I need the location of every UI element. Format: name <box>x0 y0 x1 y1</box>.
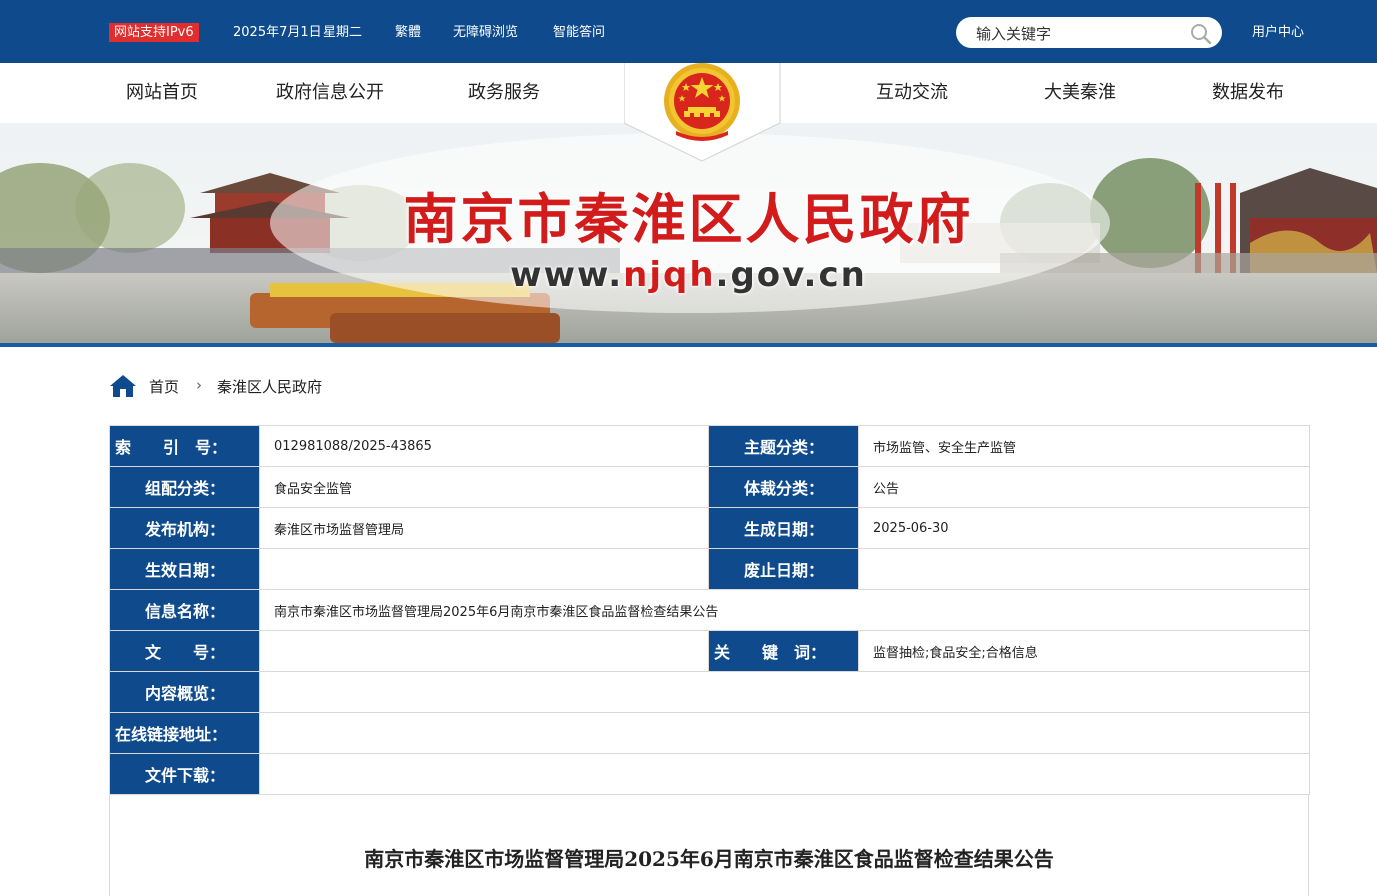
file-download-value[interactable] <box>259 753 1310 795</box>
nav-item-data[interactable]: 数据发布 <box>1212 63 1284 123</box>
expire-date-label-text: 废止日期： <box>743 561 824 580</box>
breadcrumb-home[interactable]: 首页 <box>149 376 179 397</box>
publisher-label-text: 发布机构： <box>144 520 225 539</box>
effective-date-label-text: 生效日期： <box>144 561 225 580</box>
effective-date-value <box>259 548 709 590</box>
online-link-label: 在线链接地址： <box>109 712 260 754</box>
top-bar: 网站支持IPv6 2025年7月1日 星期二 繁體 无障碍浏览 智能答问 用户中… <box>0 0 1377 63</box>
created-date-label: 生成日期： <box>708 507 859 549</box>
index-label-text: 索 引 号： <box>115 438 228 457</box>
index-value: 012981088/2025-43865 <box>259 425 709 467</box>
info-name-label-text: 信息名称： <box>144 602 225 621</box>
user-center-link[interactable]: 用户中心 <box>1252 23 1304 42</box>
effective-date-label: 生效日期： <box>109 548 260 590</box>
table-row: 索 引 号： 012981088/2025-43865 主题分类： 市场监管、安… <box>109 425 1310 467</box>
search-box <box>956 17 1222 48</box>
nav-item-gov-info[interactable]: 政府信息公开 <box>276 63 384 123</box>
article-body: 南京市秦淮区市场监督管理局2025年6月南京市秦淮区食品监督检查结果公告 <box>109 795 1309 896</box>
genre-label: 体裁分类： <box>708 466 859 508</box>
site-title: 南京市秦淮区人民政府 <box>403 187 974 251</box>
genre-label-text: 体裁分类： <box>743 479 824 498</box>
summary-label-text: 内容概览： <box>144 684 225 703</box>
site-url-prefix: www. <box>510 255 624 295</box>
smart-qa-link[interactable]: 智能答问 <box>553 23 605 42</box>
search-input[interactable] <box>974 22 1188 45</box>
search-icon[interactable] <box>1190 23 1212 45</box>
online-link-label-text: 在线链接地址： <box>115 725 228 744</box>
table-row: 文 号： 关 键 词： 监督抽检;食品安全;合格信息 <box>109 630 1310 672</box>
site-url-suffix: .gov.cn <box>715 255 867 295</box>
table-row: 文件下载： <box>109 753 1310 795</box>
current-weekday: 星期二 <box>323 25 363 40</box>
table-row: 内容概览： <box>109 671 1310 713</box>
breadcrumb-current[interactable]: 秦淮区人民政府 <box>217 376 322 397</box>
online-link-value[interactable] <box>259 712 1310 754</box>
home-icon[interactable] <box>109 374 137 398</box>
accessibility-link[interactable]: 无障碍浏览 <box>453 23 518 42</box>
summary-label: 内容概览： <box>109 671 260 713</box>
info-name-value: 南京市秦淮区市场监督管理局2025年6月南京市秦淮区食品监督检查结果公告 <box>259 589 1310 631</box>
table-row: 在线链接地址： <box>109 712 1310 754</box>
current-date: 2025年7月1日 <box>233 25 322 40</box>
site-url-highlight: njqh <box>623 255 716 295</box>
keywords-label: 关 键 词： <box>708 630 859 672</box>
org-category-value: 食品安全监管 <box>259 466 709 508</box>
nav-item-services[interactable]: 政务服务 <box>468 63 540 123</box>
table-row: 发布机构： 秦淮区市场监督管理局 生成日期： 2025-06-30 <box>109 507 1310 549</box>
info-name-label: 信息名称： <box>109 589 260 631</box>
file-download-label: 文件下载： <box>109 753 260 795</box>
doc-number-label-text: 文 号： <box>144 643 225 662</box>
nav-item-interaction[interactable]: 互动交流 <box>876 63 948 123</box>
summary-value <box>259 671 1310 713</box>
expire-date-value <box>858 548 1310 590</box>
table-row: 信息名称： 南京市秦淮区市场监督管理局2025年6月南京市秦淮区食品监督检查结果… <box>109 589 1310 631</box>
created-date-value: 2025-06-30 <box>858 507 1310 549</box>
created-date-label-text: 生成日期： <box>743 520 824 539</box>
info-table: 索 引 号： 012981088/2025-43865 主题分类： 市场监管、安… <box>109 425 1310 795</box>
site-url: www.njqh.gov.cn <box>0 255 1377 295</box>
table-row: 生效日期： 废止日期： <box>109 548 1310 590</box>
index-label: 索 引 号： <box>109 425 260 467</box>
article-title: 南京市秦淮区市场监督管理局2025年6月南京市秦淮区食品监督检查结果公告 <box>364 847 1054 871</box>
doc-number-label: 文 号： <box>109 630 260 672</box>
breadcrumb-separator: › <box>196 376 202 394</box>
topic-label-text: 主题分类： <box>743 438 824 457</box>
doc-number-value <box>259 630 709 672</box>
keywords-label-text: 关 键 词： <box>714 643 827 662</box>
expire-date-label: 废止日期： <box>708 548 859 590</box>
topic-value: 市场监管、安全生产监管 <box>858 425 1310 467</box>
national-emblem-icon[interactable] <box>624 63 781 163</box>
ipv6-badge: 网站支持IPv6 <box>109 23 199 42</box>
org-category-label-text: 组配分类： <box>144 479 225 498</box>
nav-item-qinhuai[interactable]: 大美秦淮 <box>1044 63 1116 123</box>
traditional-chinese-link[interactable]: 繁體 <box>395 23 421 42</box>
org-category-label: 组配分类： <box>109 466 260 508</box>
file-download-label-text: 文件下载： <box>144 766 225 785</box>
banner-divider <box>0 343 1377 347</box>
topic-label: 主题分类： <box>708 425 859 467</box>
keywords-value: 监督抽检;食品安全;合格信息 <box>858 630 1310 672</box>
publisher-label: 发布机构： <box>109 507 260 549</box>
genre-value: 公告 <box>858 466 1310 508</box>
nav-item-home[interactable]: 网站首页 <box>126 63 198 123</box>
publisher-value: 秦淮区市场监督管理局 <box>259 507 709 549</box>
table-row: 组配分类： 食品安全监管 体裁分类： 公告 <box>109 466 1310 508</box>
